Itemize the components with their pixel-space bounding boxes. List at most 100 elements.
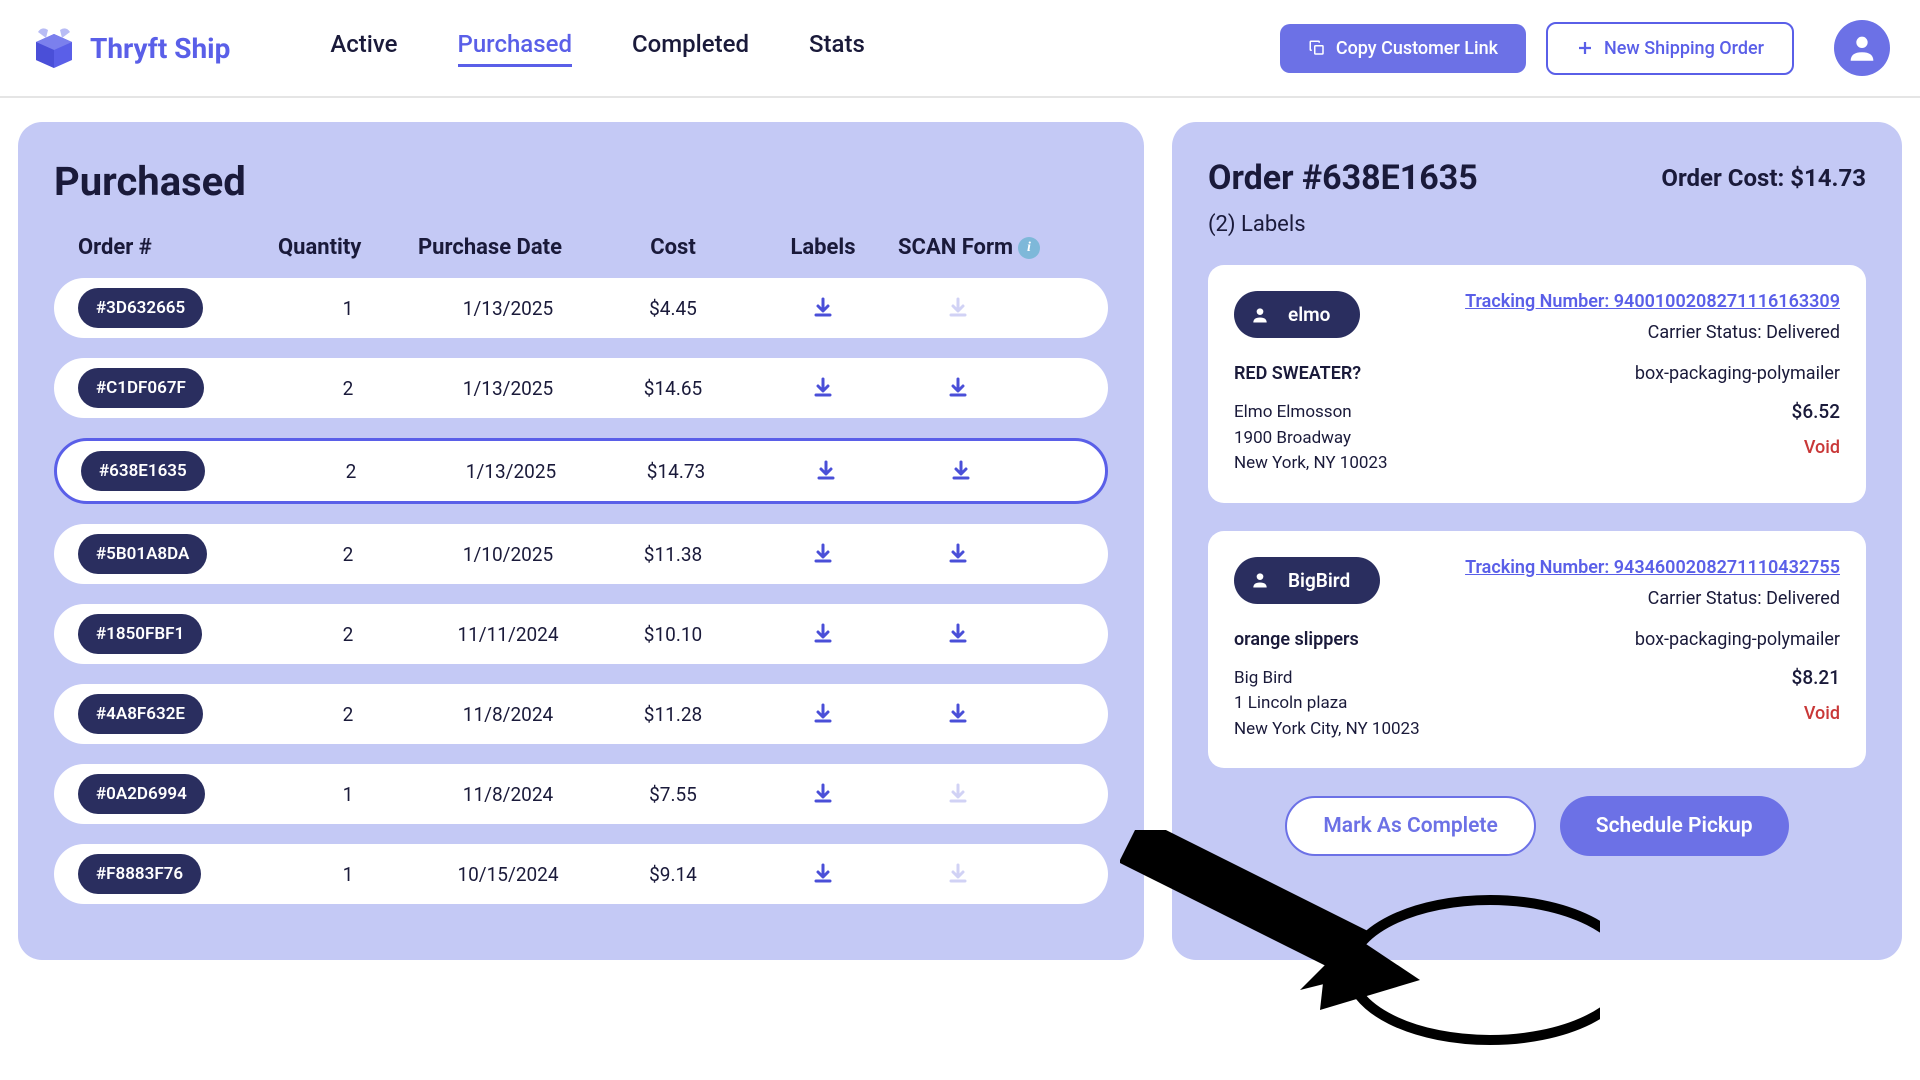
download-scan-icon[interactable] bbox=[898, 622, 1018, 646]
order-header: Order #638E1635 Order Cost: $14.73 bbox=[1208, 158, 1866, 198]
panel-title: Purchased bbox=[54, 158, 1108, 205]
nav-stats[interactable]: Stats bbox=[809, 30, 865, 67]
address: Elmo Elmosson1900 BroadwayNew York, NY 1… bbox=[1234, 400, 1388, 477]
plus-icon bbox=[1576, 39, 1594, 57]
labels-count: (2) Labels bbox=[1208, 212, 1866, 237]
cell-date: 1/13/2025 bbox=[418, 297, 598, 320]
table-header: Order # Quantity Purchase Date Cost Labe… bbox=[54, 235, 1108, 260]
cell-date: 11/8/2024 bbox=[418, 783, 598, 806]
detail-actions: Mark As Complete Schedule Pickup bbox=[1208, 796, 1866, 856]
label-card: BigBird Tracking Number: 9434600208271110… bbox=[1208, 531, 1866, 769]
table-row[interactable]: #4A8F632E211/8/2024$11.28 bbox=[54, 684, 1108, 744]
package-type: box-packaging-polymailer bbox=[1635, 363, 1840, 384]
tracking-link[interactable]: Tracking Number: 9434600208271110432755 bbox=[1465, 557, 1840, 578]
person-icon bbox=[1845, 31, 1879, 65]
cell-date: 10/15/2024 bbox=[418, 863, 598, 886]
tracking-link[interactable]: Tracking Number: 9400100208271116163309 bbox=[1465, 291, 1840, 312]
order-id-badge: #5B01A8DA bbox=[78, 534, 207, 574]
label-card: elmo Tracking Number: 9400100208271116163… bbox=[1208, 265, 1866, 503]
order-id-badge: #F8883F76 bbox=[78, 854, 201, 894]
cell-qty: 2 bbox=[278, 543, 418, 566]
order-id-badge: #1850FBF1 bbox=[78, 614, 202, 654]
item-name: orange slippers bbox=[1234, 629, 1420, 650]
cell-qty: 2 bbox=[278, 703, 418, 726]
table-row[interactable]: #1850FBF1211/11/2024$10.10 bbox=[54, 604, 1108, 664]
void-link[interactable]: Void bbox=[1635, 437, 1840, 458]
col-scan: SCAN Form bbox=[898, 235, 1018, 260]
cell-qty: 1 bbox=[278, 297, 418, 320]
download-label-icon[interactable] bbox=[748, 376, 898, 400]
address: Big Bird1 Lincoln plazaNew York City, NY… bbox=[1234, 666, 1420, 743]
app-header: Thryft Ship Active Purchased Completed Stat… bbox=[0, 0, 1920, 98]
cell-date: 11/8/2024 bbox=[418, 703, 598, 726]
logo-icon bbox=[30, 24, 78, 72]
table-row[interactable]: #F8883F76110/15/2024$9.14 bbox=[54, 844, 1108, 904]
col-date: Purchase Date bbox=[418, 235, 598, 260]
purchased-panel: Purchased Order # Quantity Purchase Date… bbox=[18, 122, 1144, 960]
cell-cost: $7.55 bbox=[598, 783, 748, 806]
package-type: box-packaging-polymailer bbox=[1635, 629, 1840, 650]
person-icon bbox=[1250, 305, 1270, 325]
download-label-icon[interactable] bbox=[748, 702, 898, 726]
download-scan-icon[interactable] bbox=[898, 376, 1018, 400]
nav-active[interactable]: Active bbox=[330, 30, 397, 67]
main-content: Purchased Order # Quantity Purchase Date… bbox=[0, 98, 1920, 984]
label-price: $8.21 bbox=[1635, 666, 1840, 689]
cell-cost: $4.45 bbox=[598, 297, 748, 320]
table-row[interactable]: #3D63266511/13/2025$4.45 bbox=[54, 278, 1108, 338]
username: BigBird bbox=[1288, 569, 1350, 592]
order-id-badge: #4A8F632E bbox=[78, 694, 203, 734]
download-label-icon[interactable] bbox=[751, 459, 901, 483]
cell-date: 11/11/2024 bbox=[418, 623, 598, 646]
table-row[interactable]: #0A2D6994111/8/2024$7.55 bbox=[54, 764, 1108, 824]
download-scan-icon bbox=[898, 296, 1018, 320]
order-detail-panel: Order #638E1635 Order Cost: $14.73 (2) L… bbox=[1172, 122, 1902, 960]
cell-date: 1/10/2025 bbox=[418, 543, 598, 566]
nav-completed[interactable]: Completed bbox=[632, 30, 749, 67]
carrier-status: Carrier Status: Delivered bbox=[1465, 322, 1840, 343]
user-pill[interactable]: elmo bbox=[1234, 291, 1360, 338]
order-cost: Order Cost: $14.73 bbox=[1661, 164, 1866, 192]
item-name: RED SWEATER? bbox=[1234, 363, 1388, 384]
download-scan-icon[interactable] bbox=[898, 702, 1018, 726]
cell-qty: 2 bbox=[278, 377, 418, 400]
download-label-icon[interactable] bbox=[748, 542, 898, 566]
info-icon[interactable]: i bbox=[1018, 237, 1040, 259]
download-label-icon[interactable] bbox=[748, 296, 898, 320]
cell-cost: $14.73 bbox=[601, 460, 751, 483]
table-row[interactable]: #638E163521/13/2025$14.73 bbox=[54, 438, 1108, 504]
void-link[interactable]: Void bbox=[1635, 703, 1840, 724]
user-pill[interactable]: BigBird bbox=[1234, 557, 1380, 604]
table-row[interactable]: #C1DF067F21/13/2025$14.65 bbox=[54, 358, 1108, 418]
user-avatar[interactable] bbox=[1834, 20, 1890, 76]
main-nav: Active Purchased Completed Stats bbox=[330, 30, 864, 67]
download-label-icon[interactable] bbox=[748, 782, 898, 806]
col-labels: Labels bbox=[748, 235, 898, 260]
label-price: $6.52 bbox=[1635, 400, 1840, 423]
table-row[interactable]: #5B01A8DA 21/10/2025$11.38 bbox=[54, 524, 1108, 584]
cell-date: 1/13/2025 bbox=[418, 377, 598, 400]
download-scan-icon[interactable] bbox=[898, 542, 1018, 566]
cell-qty: 2 bbox=[278, 623, 418, 646]
person-icon bbox=[1250, 570, 1270, 590]
col-quantity: Quantity bbox=[278, 235, 418, 260]
download-label-icon[interactable] bbox=[748, 862, 898, 886]
download-label-icon[interactable] bbox=[748, 622, 898, 646]
cell-cost: $11.38 bbox=[598, 543, 748, 566]
username: elmo bbox=[1288, 303, 1330, 326]
logo[interactable]: Thryft Ship bbox=[30, 24, 230, 72]
mark-complete-button[interactable]: Mark As Complete bbox=[1285, 796, 1535, 856]
order-id-badge: #C1DF067F bbox=[78, 368, 204, 408]
schedule-pickup-button[interactable]: Schedule Pickup bbox=[1560, 796, 1789, 856]
nav-purchased[interactable]: Purchased bbox=[458, 30, 572, 67]
col-cost: Cost bbox=[598, 235, 748, 260]
copy-icon bbox=[1308, 39, 1326, 57]
cell-qty: 2 bbox=[281, 460, 421, 483]
header-actions: Copy Customer Link New Shipping Order bbox=[1280, 20, 1890, 76]
copy-customer-link-button[interactable]: Copy Customer Link bbox=[1280, 24, 1526, 73]
new-shipping-order-button[interactable]: New Shipping Order bbox=[1546, 22, 1794, 75]
download-scan-icon[interactable] bbox=[901, 459, 1021, 483]
cell-date: 1/13/2025 bbox=[421, 460, 601, 483]
cell-qty: 1 bbox=[278, 863, 418, 886]
carrier-status: Carrier Status: Delivered bbox=[1465, 588, 1840, 609]
